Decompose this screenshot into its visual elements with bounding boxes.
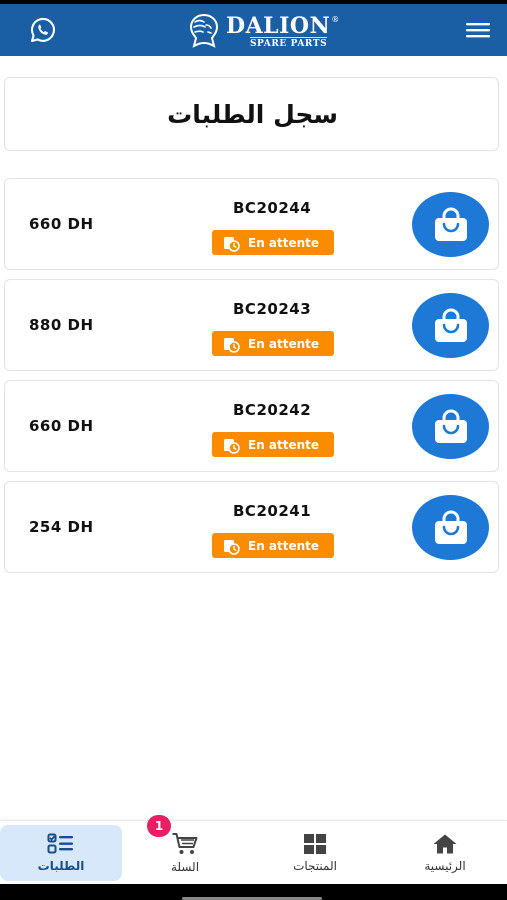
order-bag-badge <box>412 192 489 257</box>
nav-tab-products[interactable]: المنتجات <box>254 825 376 881</box>
order-bag-badge <box>412 394 489 459</box>
hamburger-menu-icon <box>466 23 490 38</box>
order-card[interactable]: 880 DH BC20243 En attente <box>4 279 499 371</box>
whatsapp-icon <box>30 17 55 43</box>
shopping-bag-icon <box>434 207 467 241</box>
pending-clock-icon <box>224 539 240 555</box>
nav-tab-orders[interactable]: الطلبات <box>0 825 122 881</box>
shopping-bag-icon <box>434 510 467 544</box>
cart-icon <box>172 833 198 854</box>
page-title: سجل الطلبات <box>167 99 338 129</box>
order-status-label: En attente <box>248 437 320 452</box>
lion-logo-icon <box>189 13 219 48</box>
nav-label-cart: السلة <box>170 860 200 874</box>
order-status-badge: En attente <box>212 533 334 558</box>
menu-button[interactable] <box>463 15 493 45</box>
order-status-label: En attente <box>248 538 320 553</box>
order-bag-badge <box>412 293 489 358</box>
home-icon <box>433 834 457 854</box>
order-amount: 254 DH <box>29 518 94 536</box>
nav-label-products: المنتجات <box>293 859 337 873</box>
order-card[interactable]: 254 DH BC20241 En attente <box>4 481 499 573</box>
order-status-badge: En attente <box>212 331 334 356</box>
shopping-bag-icon <box>434 308 467 342</box>
grid-icon <box>304 834 326 854</box>
order-status-label: En attente <box>248 235 320 250</box>
order-amount: 880 DH <box>29 316 94 334</box>
nav-tab-home[interactable]: الرئيسية <box>384 825 506 881</box>
page-title-card: سجل الطلبات <box>4 77 499 151</box>
brand-subtitle: SPARE PARTS <box>249 36 328 49</box>
order-amount: 660 DH <box>29 215 94 233</box>
brand-text: DALION ® SPARE PARTS <box>226 15 339 50</box>
shopping-bag-icon <box>434 409 467 443</box>
order-reference: BC20242 <box>233 401 312 419</box>
cart-count-badge: 1 <box>147 815 171 837</box>
pending-clock-icon <box>224 337 240 353</box>
bottom-navigation: الطلبات السلة 1 المنتجات الرئيسية <box>0 815 507 884</box>
checklist-icon <box>47 833 73 854</box>
order-amount: 660 DH <box>29 417 94 435</box>
order-card[interactable]: 660 DH BC20244 En attente <box>4 178 499 270</box>
order-card[interactable]: 660 DH BC20242 En attente <box>4 380 499 472</box>
pending-clock-icon <box>224 438 240 454</box>
registered-mark: ® <box>331 14 340 24</box>
order-status-badge: En attente <box>212 230 334 255</box>
order-bag-badge <box>412 495 489 560</box>
order-reference: BC20244 <box>233 199 312 217</box>
order-status-label: En attente <box>248 336 320 351</box>
order-reference: BC20243 <box>233 300 312 318</box>
brand-name: DALION <box>226 12 331 39</box>
whatsapp-button[interactable] <box>28 15 58 45</box>
nav-tab-cart[interactable]: السلة <box>124 825 246 881</box>
pending-clock-icon <box>224 236 240 252</box>
nav-label-home: الرئيسية <box>424 859 466 873</box>
brand-logo: DALION ® SPARE PARTS <box>184 10 344 54</box>
nav-label-orders: الطلبات <box>37 859 85 873</box>
order-status-badge: En attente <box>212 432 334 457</box>
app-header: DALION ® SPARE PARTS <box>0 4 507 56</box>
order-reference: BC20241 <box>233 502 312 520</box>
